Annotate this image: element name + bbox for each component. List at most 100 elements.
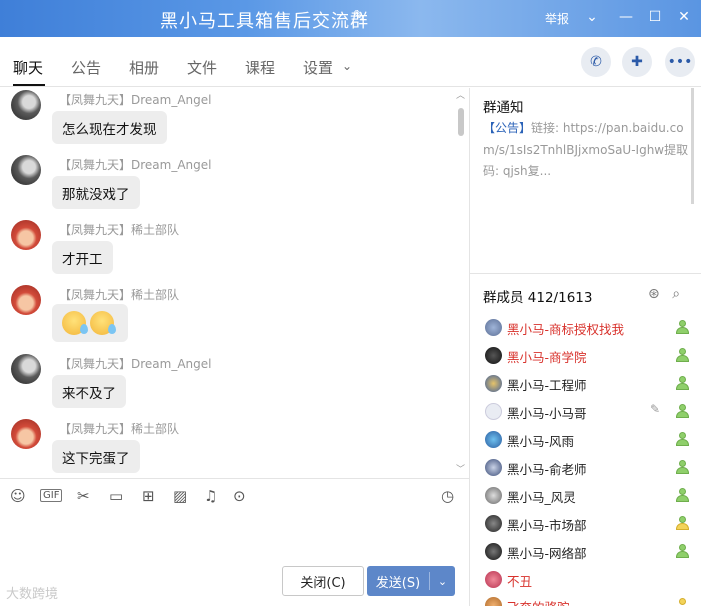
- minimize-icon[interactable]: —: [614, 6, 638, 28]
- member-status-icon: [675, 515, 689, 530]
- message-bubble: 才开工: [52, 241, 113, 274]
- member-item[interactable]: 黑小马_风灵: [470, 482, 701, 510]
- member-item[interactable]: 不丑: [470, 566, 701, 594]
- avatar[interactable]: [11, 220, 41, 250]
- member-filter-icon[interactable]: ⊛: [648, 286, 660, 302]
- chevron-down-icon[interactable]: ﹀: [456, 462, 465, 475]
- avatar[interactable]: [11, 419, 41, 449]
- chat-message: 【凤舞九天】稀土部队 这下完蛋了: [0, 419, 460, 478]
- history-icon[interactable]: ◷: [441, 487, 454, 505]
- member-item[interactable]: 黑小马-风雨: [470, 426, 701, 454]
- gif-icon[interactable]: GIF: [40, 489, 63, 502]
- member-item[interactable]: 飞奔的骆驼: [470, 592, 701, 606]
- scroll-thumb[interactable]: [458, 108, 464, 136]
- chevron-down-icon[interactable]: ⌄: [580, 6, 604, 28]
- avatar[interactable]: [11, 354, 41, 384]
- avatar[interactable]: [11, 90, 41, 120]
- members-title: 群成员 412/1613: [483, 290, 593, 306]
- tab-notice[interactable]: 公告: [71, 57, 101, 78]
- member-name: 黑小马_风灵: [507, 490, 576, 505]
- chevron-down-icon[interactable]: ⌄: [430, 575, 455, 588]
- member-item[interactable]: 黑小马-网络部: [470, 538, 701, 566]
- chevron-down-icon[interactable]: ⌄: [342, 59, 352, 73]
- emoji-icon[interactable]: ☺: [10, 487, 26, 505]
- chat-message: 【凤舞九天】稀土部队: [0, 285, 460, 345]
- message-bubble: 这下完蛋了: [52, 440, 140, 473]
- watermark: 大数跨境: [6, 587, 59, 602]
- add-chat-icon[interactable]: ✚: [622, 47, 652, 77]
- chat-message: 【凤舞九天】Dream_Angel 那就没戏了: [0, 155, 460, 215]
- member-item[interactable]: 黑小马-俞老师: [470, 454, 701, 482]
- avatar: [485, 571, 502, 588]
- avatar: [485, 515, 502, 532]
- avatar: [485, 459, 502, 476]
- member-name: 不丑: [507, 574, 533, 589]
- search-icon[interactable]: ⌕: [672, 286, 680, 302]
- member-item[interactable]: 黑小马-商学院: [470, 342, 701, 370]
- avatar: [485, 487, 502, 504]
- send-button-label[interactable]: 发送(S): [367, 572, 429, 591]
- tab-settings[interactable]: 设置: [303, 57, 333, 78]
- member-name: 黑小马-市场部: [507, 518, 587, 533]
- folder-icon[interactable]: ▭: [109, 487, 123, 505]
- bell-icon[interactable]: ♫: [204, 487, 217, 505]
- member-status-icon: [675, 597, 689, 606]
- message-bubble: [52, 304, 128, 342]
- group-notice-body[interactable]: 【公告】链接: https://pan.baidu.com/s/1sIs2Tnh…: [483, 118, 695, 183]
- image-icon[interactable]: ▨: [173, 487, 187, 505]
- member-status-icon: [675, 347, 689, 362]
- more-tools-icon[interactable]: ⊙: [233, 487, 246, 505]
- message-sender[interactable]: 【凤舞九天】Dream_Angel: [59, 156, 212, 173]
- members-tools: ⊛ ⌕: [648, 286, 680, 302]
- notice-scrollbar[interactable]: [691, 88, 694, 204]
- member-name: 黑小马-小马哥: [507, 406, 587, 421]
- tab-album[interactable]: 相册: [129, 57, 159, 78]
- tab-files[interactable]: 文件: [187, 57, 217, 78]
- avatar: [485, 403, 502, 420]
- message-sender[interactable]: 【凤舞九天】Dream_Angel: [59, 355, 212, 372]
- close-icon[interactable]: ✕: [672, 6, 696, 28]
- member-item[interactable]: 黑小马-小马哥 ✎: [470, 398, 701, 426]
- member-name: 黑小马-风雨: [507, 434, 575, 449]
- message-sender[interactable]: 【凤舞九天】稀土部队: [59, 286, 179, 303]
- scissors-icon[interactable]: ✂: [77, 487, 90, 505]
- message-sender[interactable]: 【凤舞九天】Dream_Angel: [59, 91, 212, 108]
- chat-history: 【凤舞九天】Dream_Angel 怎么现在才发现 【凤舞九天】Dream_An…: [0, 88, 469, 478]
- member-item[interactable]: 黑小马-工程师: [470, 370, 701, 398]
- edit-icon[interactable]: ✎: [353, 8, 365, 24]
- message-input-area[interactable]: ☺ GIF ✂ ▭ ⊞ ▨ ♫ ⊙ ◷ 关闭(C) 发送(S) ⌄ 大数跨境: [0, 478, 469, 606]
- member-status-icon: [675, 319, 689, 334]
- group-notice-title[interactable]: 群通知: [483, 96, 524, 116]
- divider: [470, 273, 701, 274]
- send-button[interactable]: 发送(S) ⌄: [367, 566, 455, 596]
- chat-message: 【凤舞九天】稀土部队 才开工: [0, 220, 460, 280]
- avatar: [485, 431, 502, 448]
- member-item[interactable]: 黑小马-市场部: [470, 510, 701, 538]
- message-bubble: 怎么现在才发现: [52, 111, 167, 144]
- sweat-smile-emoji-icon: [90, 311, 116, 335]
- report-button[interactable]: 举报: [545, 10, 569, 27]
- edit-icon[interactable]: ✎: [650, 402, 660, 416]
- member-status-icon: [675, 543, 689, 558]
- chevron-up-icon[interactable]: ︿: [456, 88, 465, 101]
- close-button[interactable]: 关闭(C): [282, 566, 364, 596]
- more-icon[interactable]: •••: [665, 47, 695, 77]
- group-info-panel: 群通知 【公告】链接: https://pan.baidu.com/s/1sIs…: [469, 88, 701, 606]
- member-name: 黑小马-工程师: [507, 378, 587, 393]
- phone-icon[interactable]: ✆: [581, 47, 611, 77]
- maximize-icon[interactable]: ☐: [643, 6, 667, 28]
- chat-scrollbar[interactable]: ︿ ﹀: [456, 91, 466, 476]
- message-sender[interactable]: 【凤舞九天】稀土部队: [59, 420, 179, 437]
- member-item[interactable]: 黑小马-商标授权找我: [470, 314, 701, 342]
- tab-chat[interactable]: 聊天: [13, 57, 43, 78]
- member-status-icon: [675, 459, 689, 474]
- avatar[interactable]: [11, 155, 41, 185]
- avatar[interactable]: [11, 285, 41, 315]
- active-tab-indicator: [13, 84, 45, 86]
- tab-courses[interactable]: 课程: [245, 57, 275, 78]
- message-bubble: 那就没戏了: [52, 176, 140, 209]
- avatar: [485, 543, 502, 560]
- avatar: [485, 319, 502, 336]
- message-sender[interactable]: 【凤舞九天】稀土部队: [59, 221, 179, 238]
- apps-icon[interactable]: ⊞: [142, 487, 155, 505]
